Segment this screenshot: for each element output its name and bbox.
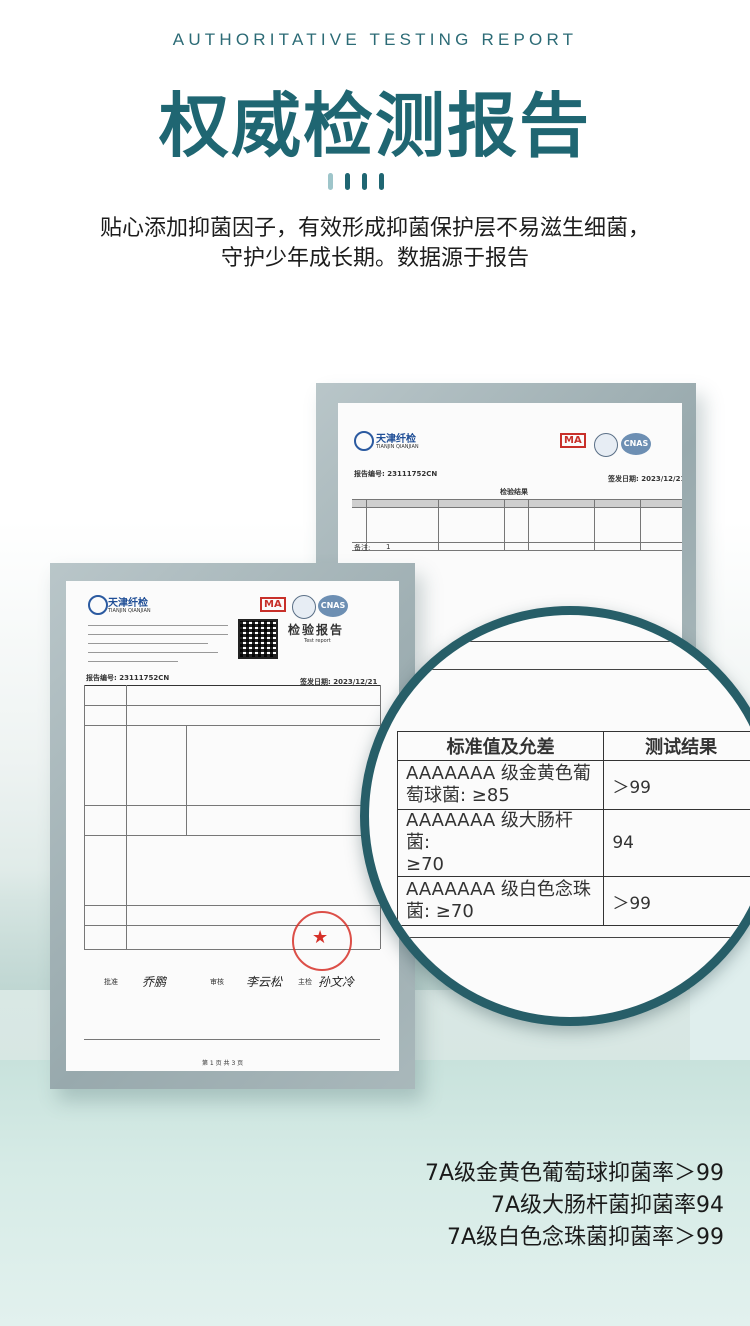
- back-issue-date: 签发日期: 2023/12/21: [608, 475, 682, 483]
- divider-dots: [328, 173, 384, 190]
- header-standard: 标准值及允差: [396, 731, 605, 761]
- table-line: [352, 542, 682, 543]
- result-line-1: 7A级金黄色葡萄球抑菌率＞99: [424, 1161, 724, 1186]
- front-logo-sub: TIANJIN QIANJIAN: [108, 608, 151, 614]
- front-doc-title-en: Test report: [304, 638, 331, 644]
- footer-line: [84, 1039, 380, 1040]
- table-line: [594, 499, 595, 550]
- front-report-paper: 天津纤检 TIANJIN QIANJIAN MA CNAS 检验报告 Test …: [66, 581, 399, 1071]
- result-line-2: 7A级大肠杆菌抑菌率94: [490, 1193, 724, 1218]
- header-result: 测试结果: [603, 731, 750, 761]
- back-remark-note: 1: [386, 543, 391, 551]
- table-line: [84, 685, 85, 949]
- intro-line-1: 贴心添加抑菌因子，有效形成抑菌保护层不易滋生细菌，: [99, 216, 650, 241]
- approver-signature: 乔鹏: [142, 975, 167, 989]
- text-line: [88, 643, 208, 644]
- table-header-row: [352, 500, 682, 507]
- table-line: [369, 937, 750, 938]
- results-summary: 7A级金黄色葡萄球抑菌率＞99 7A级大肠杆菌抑菌率94 7A级白色念珠菌抑菌率…: [425, 1158, 724, 1254]
- eyebrow-text: AUTHORITATIVE TESTING REPORT: [172, 30, 578, 49]
- review-label: 审核: [210, 978, 224, 986]
- main-label: 主检: [298, 978, 312, 986]
- table-line: [84, 905, 380, 906]
- table-row: AAAAAAA 级大肠杆菌: ≥70 94: [396, 809, 750, 877]
- table-line: [352, 507, 682, 508]
- back-logo-text: 天津纤检: [376, 434, 416, 445]
- ma-badge: MA: [260, 597, 286, 612]
- table-line: [84, 725, 380, 726]
- standard-cell: AAAAAAA 级大肠杆菌: ≥70: [396, 809, 605, 877]
- text-line: [88, 652, 218, 653]
- cert-seal-icon: [594, 433, 618, 457]
- back-report-number: 报告编号: 23111752CN: [354, 470, 438, 478]
- front-report-number: 报告编号: 23111752CN: [86, 674, 170, 682]
- back-remark-label: 备注:: [354, 544, 371, 552]
- result-cell: ＞99: [603, 760, 750, 810]
- result-cell: 94: [603, 809, 750, 877]
- logo-icon: [354, 431, 374, 451]
- table-line: [84, 835, 380, 836]
- back-logo-sub: TIANJIN QIANJIAN: [376, 444, 419, 450]
- magnifier-lens: 标准值及允差 测试结果 AAAAAAA 级金黄色葡 萄球菌: ≥85 ＞99 AA…: [360, 606, 750, 1026]
- cnas-badge: CNAS: [621, 433, 651, 455]
- text-line: [88, 661, 178, 662]
- standard-cell: AAAAAAA 级白色念珠 菌: ≥70: [396, 876, 605, 926]
- table-row: AAAAAAA 级白色念珠 菌: ≥70 ＞99: [396, 876, 750, 926]
- table-line: [438, 499, 439, 550]
- back-section-title: 检验结果: [500, 488, 528, 496]
- magnified-result-table: 标准值及允差 测试结果 AAAAAAA 级金黄色葡 萄球菌: ≥85 ＞99 AA…: [396, 731, 750, 926]
- text-line: [88, 634, 228, 635]
- star-icon: ★: [312, 927, 329, 948]
- cnas-badge: CNAS: [318, 595, 348, 617]
- intro-text: 贴心添加抑菌因子，有效形成抑菌保护层不易滋生细菌， 守护少年成长期。数据源于报告: [40, 214, 710, 274]
- page-title: 权威检测报告: [159, 85, 591, 167]
- signature-stamp: ★: [292, 911, 352, 971]
- front-logo-text: 天津纤检: [108, 598, 148, 609]
- text-line: [88, 625, 228, 626]
- table-line: [84, 805, 380, 806]
- table-line: [528, 499, 529, 550]
- main-signature: 孙文冷: [318, 975, 355, 989]
- table-header-row: 标准值及允差 测试结果: [396, 731, 750, 761]
- result-line-3: 7A级白色念珠菌抑菌率＞99: [446, 1225, 724, 1250]
- standard-cell: AAAAAAA 级金黄色葡 萄球菌: ≥85: [396, 760, 605, 810]
- table-line: [504, 499, 505, 550]
- magnifier-content: 标准值及允差 测试结果 AAAAAAA 级金黄色葡 萄球菌: ≥85 ＞99 AA…: [369, 615, 750, 1017]
- table-line: [84, 705, 380, 706]
- table-line: [352, 550, 682, 551]
- intro-line-2: 守护少年成长期。数据源于报告: [220, 246, 529, 271]
- reviewer-signature: 李云松: [246, 975, 283, 989]
- table-line: [186, 725, 187, 835]
- cert-seal-icon: [292, 595, 316, 619]
- table-line: [84, 685, 380, 686]
- ma-badge: MA: [560, 433, 586, 448]
- front-doc-title: 检验报告: [288, 623, 345, 637]
- qr-code: [238, 619, 278, 659]
- front-page-number: 第 1 页 共 3 页: [202, 1060, 244, 1067]
- table-row: AAAAAAA 级金黄色葡 萄球菌: ≥85 ＞99: [396, 760, 750, 810]
- logo-icon: [88, 595, 108, 615]
- approve-label: 批准: [104, 978, 118, 986]
- result-cell: ＞99: [603, 876, 750, 926]
- table-line: [640, 499, 641, 550]
- table-line: [126, 685, 127, 949]
- table-line: [369, 641, 750, 642]
- table-line: [369, 669, 750, 670]
